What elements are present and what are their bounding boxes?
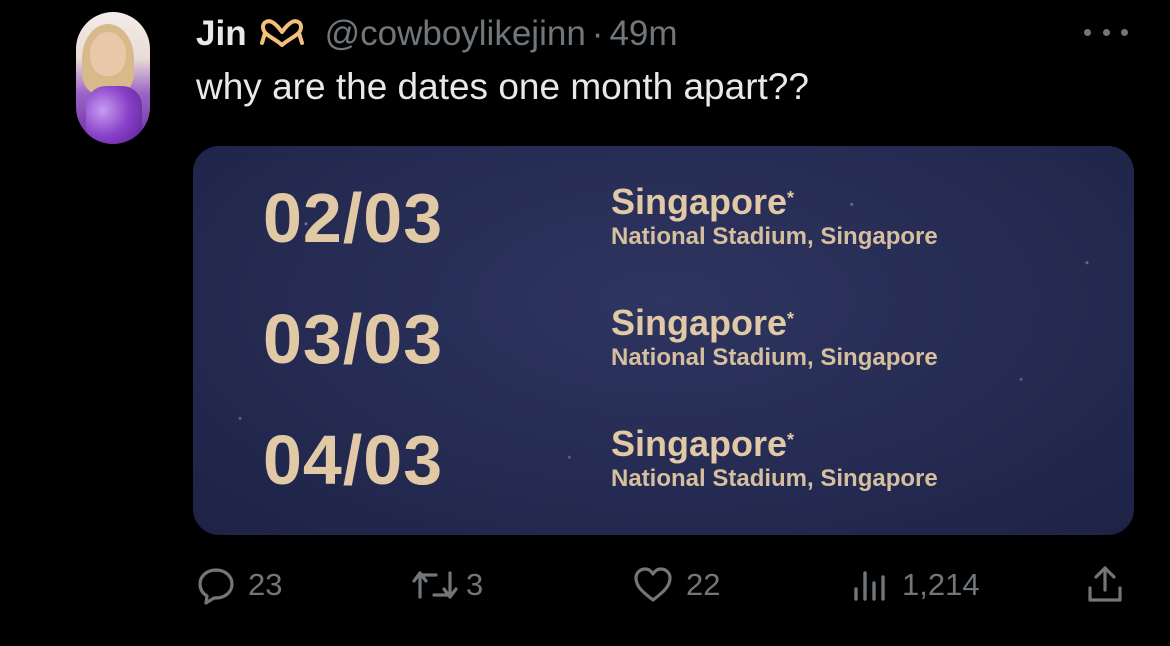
avatar-outfit bbox=[86, 86, 142, 144]
concert-date-row: 03/03 Singapore* National Stadium, Singa… bbox=[193, 299, 1134, 409]
city-mark: * bbox=[787, 430, 795, 450]
tweet-header: Jin @cowboylikejinn · 49m bbox=[196, 14, 678, 54]
repost-count: 3 bbox=[466, 567, 484, 602]
share-button[interactable] bbox=[1084, 560, 1126, 610]
concert-date: 02/03 bbox=[263, 179, 444, 257]
reply-icon bbox=[198, 568, 234, 605]
city-name: Singapore bbox=[611, 181, 788, 222]
concert-venue: National Stadium, Singapore bbox=[611, 465, 938, 492]
timestamp[interactable]: 49m bbox=[609, 14, 677, 54]
tweet-image[interactable]: 02/03 Singapore* National Stadium, Singa… bbox=[193, 146, 1134, 535]
heart-hands-icon bbox=[259, 19, 304, 47]
concert-city: Singapore* bbox=[611, 424, 794, 464]
avatar[interactable] bbox=[76, 12, 150, 144]
action-bar: 23 3 22 1,214 bbox=[0, 560, 1170, 610]
city-name: Singapore bbox=[611, 423, 788, 464]
concert-date: 04/03 bbox=[263, 421, 444, 499]
heart-icon bbox=[634, 567, 672, 602]
concert-date-row: 02/03 Singapore* National Stadium, Singa… bbox=[193, 178, 1134, 288]
like-count: 22 bbox=[686, 567, 721, 602]
more-dot bbox=[1102, 28, 1110, 36]
concert-date-row: 04/03 Singapore* National Stadium, Singa… bbox=[193, 420, 1134, 530]
display-name[interactable]: Jin bbox=[196, 14, 247, 54]
concert-venue: National Stadium, Singapore bbox=[611, 223, 938, 250]
city-mark: * bbox=[787, 188, 795, 208]
concert-date: 03/03 bbox=[263, 300, 444, 378]
view-count: 1,214 bbox=[902, 567, 980, 602]
city-mark: * bbox=[787, 309, 795, 329]
more-dot bbox=[1121, 28, 1128, 36]
concert-city: Singapore* bbox=[611, 182, 794, 222]
more-dot bbox=[1084, 28, 1091, 36]
repost-icon bbox=[412, 571, 458, 599]
share-icon bbox=[1088, 566, 1122, 602]
tweet-text: why are the dates one month apart?? bbox=[196, 66, 809, 107]
concert-city: Singapore* bbox=[611, 303, 794, 343]
views-button[interactable]: 1,214 bbox=[850, 560, 980, 610]
concert-venue: National Stadium, Singapore bbox=[611, 344, 938, 371]
separator: · bbox=[591, 14, 604, 53]
reply-count: 23 bbox=[248, 567, 283, 602]
more-options-icon[interactable] bbox=[1084, 22, 1128, 42]
user-handle[interactable]: @cowboylikejinn bbox=[325, 14, 586, 54]
city-name: Singapore bbox=[611, 302, 788, 343]
avatar-face bbox=[90, 32, 126, 76]
reply-button[interactable]: 23 bbox=[196, 560, 282, 610]
views-icon bbox=[854, 571, 885, 601]
like-button[interactable]: 22 bbox=[632, 560, 720, 610]
repost-button[interactable]: 3 bbox=[410, 560, 483, 610]
